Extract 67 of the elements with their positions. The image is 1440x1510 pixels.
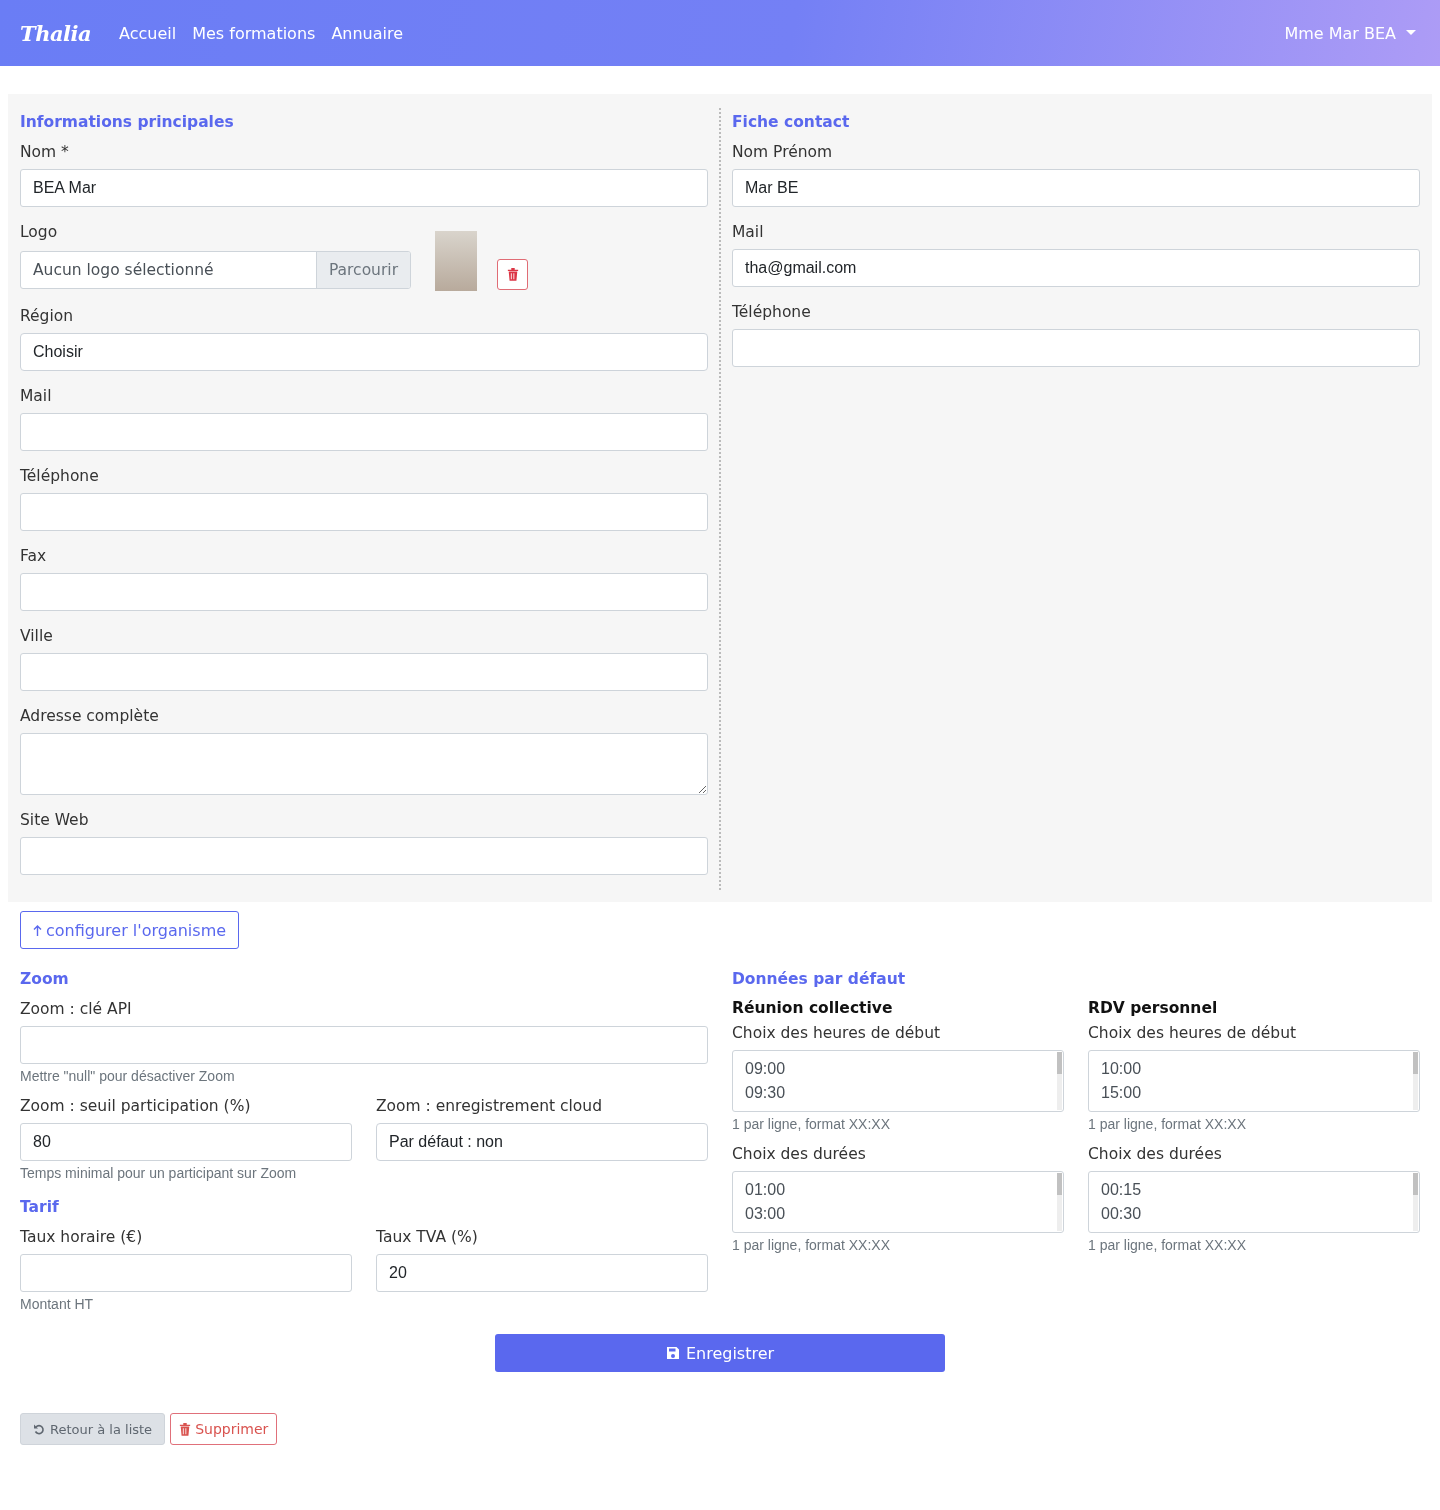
text-field[interactable]: tha@gmail.com	[732, 249, 1420, 287]
text-field[interactable]: 80	[20, 1123, 352, 1161]
help-text: Montant HT	[20, 1296, 95, 1312]
section-title: Tarif	[20, 1197, 60, 1217]
section-title: Fiche contact	[732, 112, 851, 132]
time-list-field[interactable]: 00:15 00:30	[1088, 1171, 1420, 1233]
field-label: Région	[20, 306, 75, 326]
scroll-bar[interactable]	[1057, 1173, 1062, 1231]
time-list-field[interactable]: 09:00 09:30	[732, 1050, 1064, 1112]
field-label: Zoom : enregistrement cloud	[376, 1096, 603, 1116]
text-field[interactable]: 20	[376, 1254, 708, 1292]
group-title: Réunion collective	[732, 999, 894, 1017]
group-title: RDV personnel	[1088, 999, 1219, 1017]
nav-link[interactable]: Mes formations	[192, 23, 316, 43]
section-title: Informations principales	[20, 112, 235, 132]
time-list-field[interactable]: 01:00 03:00	[732, 1171, 1064, 1233]
field-label: Mail	[732, 222, 765, 242]
scroll-bar[interactable]	[1057, 1052, 1062, 1110]
trash-icon	[506, 267, 519, 281]
field-label: Téléphone	[20, 466, 100, 486]
help-text: Temps minimal pour un participant sur Zoom	[20, 1165, 298, 1181]
file-field[interactable]: Aucun logo sélectionné Parcourir	[20, 251, 411, 289]
section-title: Données par défaut	[732, 969, 907, 989]
section-title: Zoom	[20, 969, 70, 989]
field-label: Choix des durées	[732, 1144, 867, 1164]
field-label: Nom *	[20, 142, 70, 162]
field-label: Téléphone	[732, 302, 812, 322]
browse-button[interactable]: Parcourir	[315, 252, 410, 288]
field-label: Taux TVA (%)	[376, 1227, 479, 1247]
field-label: Zoom : seuil participation (%)	[20, 1096, 252, 1116]
text-field[interactable]: Mar BE	[732, 169, 1420, 207]
field-label: Site Web	[20, 810, 90, 830]
field-label: Nom Prénom	[732, 142, 834, 162]
help-text: 1 par ligne, format XX:XX	[732, 1116, 891, 1132]
help-text: 1 par ligne, format XX:XX	[1088, 1116, 1247, 1132]
brand-logo[interactable]: Thalia	[20, 20, 92, 46]
help-text: 1 par ligne, format XX:XX	[1088, 1237, 1247, 1253]
help-text: Mettre "null" pour désactiver Zoom	[20, 1068, 236, 1084]
nav-link[interactable]: Annuaire	[331, 23, 404, 43]
photo-placeholder	[435, 231, 477, 291]
delete-button[interactable]: Supprimer	[170, 1413, 278, 1445]
nav-link[interactable]: Accueil	[119, 23, 177, 43]
field-label: Choix des heures de début	[732, 1023, 942, 1043]
trash-icon	[179, 1422, 192, 1436]
field-label: Zoom : clé API	[20, 999, 133, 1019]
field-label: Choix des durées	[1088, 1144, 1223, 1164]
field-label: Choix des heures de début	[1088, 1023, 1298, 1043]
field-label: Fax	[20, 546, 48, 566]
field-label: Taux horaire (€)	[20, 1227, 144, 1247]
back-button[interactable]: Retour à la liste	[20, 1413, 166, 1445]
field-label: Adresse complète	[20, 706, 160, 726]
caret-icon	[1406, 30, 1416, 36]
undo-icon	[33, 1423, 45, 1435]
select-field[interactable]: Choisir	[20, 333, 708, 371]
configure-button[interactable]: configurer l'organisme	[20, 911, 240, 949]
text-field[interactable]: BEA Mar	[20, 169, 708, 207]
time-list-field[interactable]: 10:00 15:00	[1088, 1050, 1420, 1112]
select-field[interactable]: Par défaut : non	[376, 1123, 708, 1161]
help-text: 1 par ligne, format XX:XX	[732, 1237, 891, 1253]
up-arrow-icon	[33, 924, 42, 936]
field-label: Ville	[20, 626, 54, 646]
scroll-bar[interactable]	[1413, 1052, 1418, 1110]
scroll-bar[interactable]	[1413, 1173, 1418, 1231]
save-button[interactable]: Enregistrer	[495, 1334, 945, 1372]
field-label: Mail	[20, 386, 53, 406]
delete-logo-button[interactable]	[497, 258, 528, 290]
field-label: Logo	[20, 222, 59, 242]
